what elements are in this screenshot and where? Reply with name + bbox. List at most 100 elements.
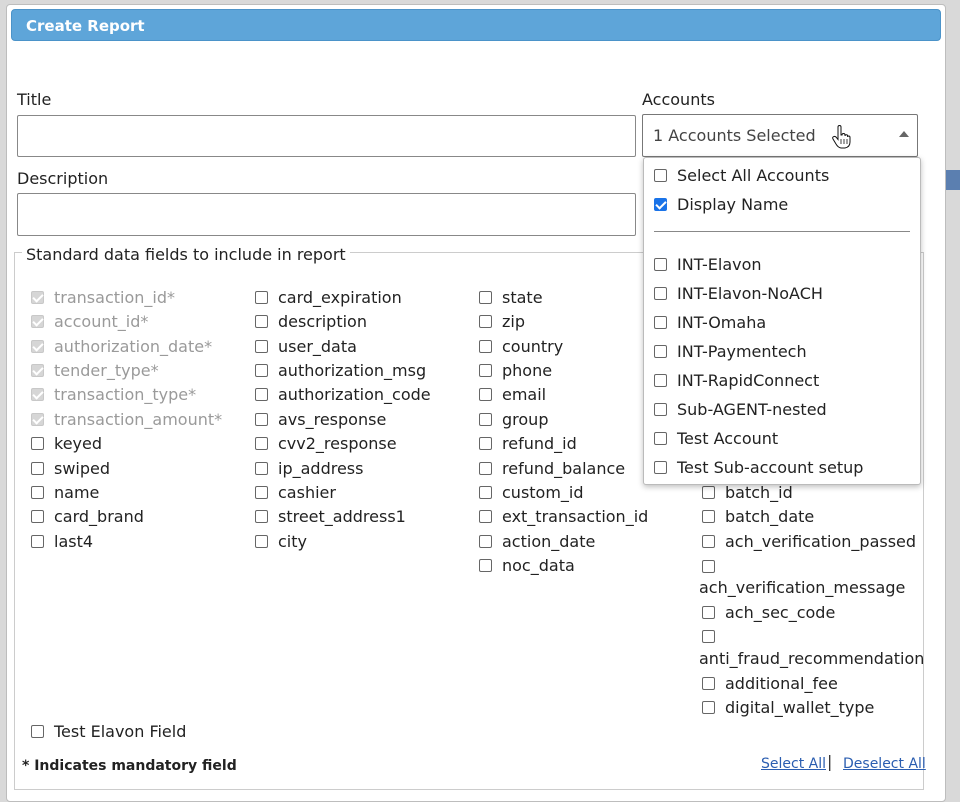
field-checkbox[interactable]: card_expiration <box>255 287 402 307</box>
field-checkbox[interactable]: account_id* <box>31 311 148 331</box>
field-checkbox[interactable]: avs_response <box>255 409 386 429</box>
checkbox-icon <box>479 412 492 426</box>
background-element <box>946 170 960 190</box>
field-checkbox[interactable]: authorization_msg <box>255 360 426 380</box>
field-checkbox[interactable]: transaction_amount* <box>31 409 222 429</box>
field-checkbox[interactable]: Test Elavon Field <box>31 721 186 741</box>
checkbox-icon <box>479 387 492 401</box>
checkbox-icon <box>654 257 667 271</box>
checkbox-icon <box>255 436 268 450</box>
checked-checkbox-icon <box>654 197 667 211</box>
checkbox-icon <box>479 363 492 377</box>
accounts-label: Accounts <box>642 90 715 109</box>
field-checkbox[interactable]: cvv2_response <box>255 433 397 453</box>
field-checkbox[interactable]: authorization_date* <box>31 336 212 356</box>
checkbox-icon <box>31 461 44 475</box>
field-checkbox[interactable]: keyed <box>31 433 102 453</box>
hand-cursor-icon <box>832 125 851 149</box>
field-checkbox[interactable]: tender_type* <box>31 360 159 380</box>
mandatory-note: * Indicates mandatory field <box>22 758 237 774</box>
field-checkbox[interactable]: noc_data <box>479 555 575 575</box>
field-checkbox[interactable]: batch_id <box>702 482 793 502</box>
link-separator: | <box>827 752 833 771</box>
checkbox-icon <box>702 629 715 643</box>
field-checkbox[interactable]: transaction_id* <box>31 287 175 307</box>
checkbox-icon <box>255 509 268 523</box>
checkbox-icon <box>702 485 715 499</box>
field-checkbox[interactable]: street_address1 <box>255 506 406 526</box>
description-input[interactable] <box>17 193 636 236</box>
field-checkbox[interactable]: action_date <box>479 531 595 551</box>
field-checkbox[interactable]: ip_address <box>255 458 363 478</box>
checkbox-icon <box>31 485 44 499</box>
select-all-link[interactable]: Select All <box>761 756 826 772</box>
checkbox-icon <box>31 339 44 353</box>
title-label: Title <box>17 90 52 109</box>
field-checkbox[interactable]: last4 <box>31 531 93 551</box>
field-checkbox[interactable]: digital_wallet_type <box>702 697 874 717</box>
accounts-selected-value: 1 Accounts Selected <box>653 126 816 145</box>
checkbox-icon <box>702 509 715 523</box>
checkbox-icon <box>479 558 492 572</box>
field-checkbox[interactable]: refund_balance <box>479 458 625 478</box>
accounts-select[interactable]: 1 Accounts Selected <box>642 114 918 157</box>
checkbox-icon <box>654 286 667 300</box>
account-option[interactable]: INT-Omaha <box>654 312 766 332</box>
field-label: ach_verification_message <box>699 578 906 597</box>
checkbox-icon <box>255 485 268 499</box>
account-option[interactable]: INT-Elavon-NoACH <box>654 283 823 303</box>
deselect-all-link[interactable]: Deselect All <box>843 756 926 772</box>
checkbox-icon <box>654 431 667 445</box>
checkbox-icon <box>654 168 667 182</box>
account-option[interactable]: INT-RapidConnect <box>654 370 819 390</box>
field-checkbox[interactable]: country <box>479 336 563 356</box>
field-checkbox[interactable]: ext_transaction_id <box>479 506 648 526</box>
checkbox-icon <box>479 314 492 328</box>
checkbox-icon <box>255 339 268 353</box>
accounts-dropdown: Select All Accounts Display Name INT-Ela… <box>643 157 921 485</box>
field-checkbox[interactable]: ach_verification_passed <box>702 531 916 551</box>
field-checkbox-box[interactable] <box>702 626 725 646</box>
dialog-titlebar: Create Report <box>11 9 941 41</box>
field-checkbox[interactable]: ach_sec_code <box>702 602 835 622</box>
field-checkbox[interactable]: name <box>31 482 99 502</box>
checkbox-icon <box>31 387 44 401</box>
checkbox-icon <box>255 314 268 328</box>
display-name-option[interactable]: Display Name <box>654 194 788 214</box>
account-option[interactable]: INT-Elavon <box>654 254 762 274</box>
checkbox-icon <box>255 412 268 426</box>
field-checkbox[interactable]: email <box>479 384 546 404</box>
checkbox-icon <box>479 534 492 548</box>
field-checkbox[interactable]: state <box>479 287 543 307</box>
field-checkbox[interactable]: card_brand <box>31 506 144 526</box>
checkbox-icon <box>255 461 268 475</box>
account-option[interactable]: Test Account <box>654 428 778 448</box>
field-checkbox[interactable]: refund_id <box>479 433 577 453</box>
field-checkbox[interactable]: batch_date <box>702 506 814 526</box>
checkbox-icon <box>31 436 44 450</box>
field-checkbox[interactable]: zip <box>479 311 525 331</box>
checkbox-icon <box>654 344 667 358</box>
checkbox-icon <box>31 724 44 738</box>
title-input[interactable] <box>17 115 636 157</box>
account-option[interactable]: INT-Paymentech <box>654 341 807 361</box>
select-all-accounts-option[interactable]: Select All Accounts <box>654 165 829 185</box>
field-checkbox[interactable]: swiped <box>31 458 110 478</box>
checkbox-icon <box>702 605 715 619</box>
field-checkbox[interactable]: transaction_type* <box>31 384 196 404</box>
account-option[interactable]: Sub-AGENT-nested <box>654 399 827 419</box>
checkbox-icon <box>479 290 492 304</box>
field-checkbox-box[interactable] <box>702 556 725 576</box>
field-checkbox[interactable]: cashier <box>255 482 336 502</box>
field-checkbox[interactable]: city <box>255 531 307 551</box>
checkbox-icon <box>31 314 44 328</box>
field-checkbox[interactable]: additional_fee <box>702 673 838 693</box>
field-checkbox[interactable]: group <box>479 409 548 429</box>
account-option[interactable]: Test Sub-account setup <box>654 457 863 477</box>
field-checkbox[interactable]: phone <box>479 360 552 380</box>
description-label: Description <box>17 169 109 188</box>
field-checkbox[interactable]: authorization_code <box>255 384 431 404</box>
field-checkbox[interactable]: user_data <box>255 336 357 356</box>
field-checkbox[interactable]: description <box>255 311 367 331</box>
field-checkbox[interactable]: custom_id <box>479 482 584 502</box>
